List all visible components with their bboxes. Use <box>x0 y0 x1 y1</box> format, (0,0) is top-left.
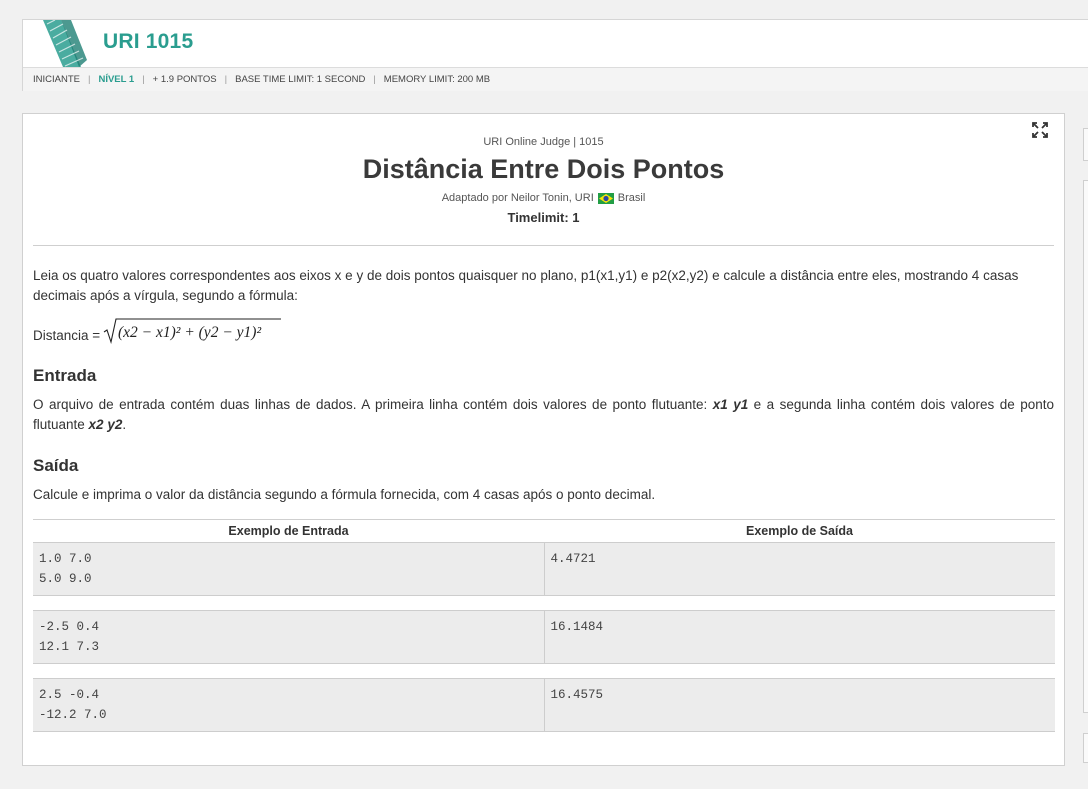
side-panel-tab[interactable] <box>1083 733 1088 763</box>
uri-logo-icon <box>41 20 89 67</box>
input-description: O arquivo de entrada contém duas linhas … <box>33 395 1054 435</box>
output-heading: Saída <box>33 456 79 475</box>
timelimit: Timelimit: 1 <box>507 210 580 225</box>
input-var: x1 y1 <box>712 397 749 412</box>
side-panel-tab[interactable] <box>1083 128 1088 161</box>
meta-memory-limit: MEMORY LIMIT: 200 MB <box>383 74 491 85</box>
sqrt-symbol: (x2 − x1)² + (y2 − y1)² <box>103 318 282 344</box>
problem-description: Leia os quatro valores correspondentes a… <box>33 268 1019 303</box>
meta-points: + 1.9 PONTOS <box>152 74 217 85</box>
table-row: 1.0 7.0 5.0 9.0 4.4721 <box>33 542 1055 596</box>
formula-label: Distancia = <box>33 328 101 343</box>
problem-meta-bar: INICIANTE | NÍVEL 1 | + 1.9 PONTOS | BAS… <box>23 67 1088 91</box>
input-example-header: Exemplo de Entrada <box>33 519 544 543</box>
meta-separator: | <box>87 74 91 85</box>
brazil-flag-icon <box>597 192 614 204</box>
meta-category[interactable]: INICIANTE <box>33 74 80 85</box>
example-output: 16.4575 <box>544 678 1055 732</box>
meta-level[interactable]: NÍVEL 1 <box>98 74 134 85</box>
author-text: Adaptado por Neilor Tonin, URI <box>441 192 594 204</box>
divider <box>33 245 1054 246</box>
input-text: O arquivo de entrada contém duas linhas … <box>33 397 713 412</box>
problem-statement-card: URI Online Judge | 1015 Distância Entre … <box>22 113 1065 766</box>
example-input: 2.5 -0.4 -12.2 7.0 <box>33 678 545 732</box>
author-line: Adaptado por Neilor Tonin, URI Brasil <box>23 192 1064 204</box>
table-row: 2.5 -0.4 -12.2 7.0 16.4575 <box>33 678 1055 732</box>
input-heading: Entrada <box>33 366 97 385</box>
example-output: 4.4721 <box>544 542 1055 596</box>
author-country: Brasil <box>617 192 646 204</box>
meta-time-limit: BASE TIME LIMIT: 1 SECOND <box>235 74 366 85</box>
meta-separator: | <box>373 74 376 85</box>
example-input: 1.0 7.0 5.0 9.0 <box>33 542 545 596</box>
distance-formula: Distancia = (x2 − x1)² + (y2 − y1)² <box>33 316 283 344</box>
input-text: . <box>122 417 127 432</box>
example-input: -2.5 0.4 12.1 7.3 <box>33 610 545 664</box>
formula-expression: (x2 − x1)² + (y2 − y1)² <box>118 324 261 341</box>
problem-header: URI 1015 INICIANTE | NÍVEL 1 | + 1.9 PON… <box>22 19 1088 91</box>
meta-separator: | <box>224 74 228 85</box>
example-output: 16.1484 <box>544 610 1055 664</box>
examples-table: Exemplo de Entrada Exemplo de Saída 1.0 … <box>33 519 1055 732</box>
table-row: -2.5 0.4 12.1 7.3 16.1484 <box>33 610 1055 664</box>
output-description: Calcule e imprima o valor da distância s… <box>33 487 656 502</box>
input-var: x2 y2 <box>88 417 123 432</box>
problem-code: URI 1015 <box>103 30 194 53</box>
judge-line: URI Online Judge | 1015 <box>483 136 604 148</box>
meta-separator: | <box>142 74 145 85</box>
output-example-header: Exemplo de Saída <box>544 519 1055 543</box>
side-panel-tab[interactable] <box>1083 180 1088 713</box>
page-title: Distância Entre Dois Pontos <box>362 154 725 184</box>
